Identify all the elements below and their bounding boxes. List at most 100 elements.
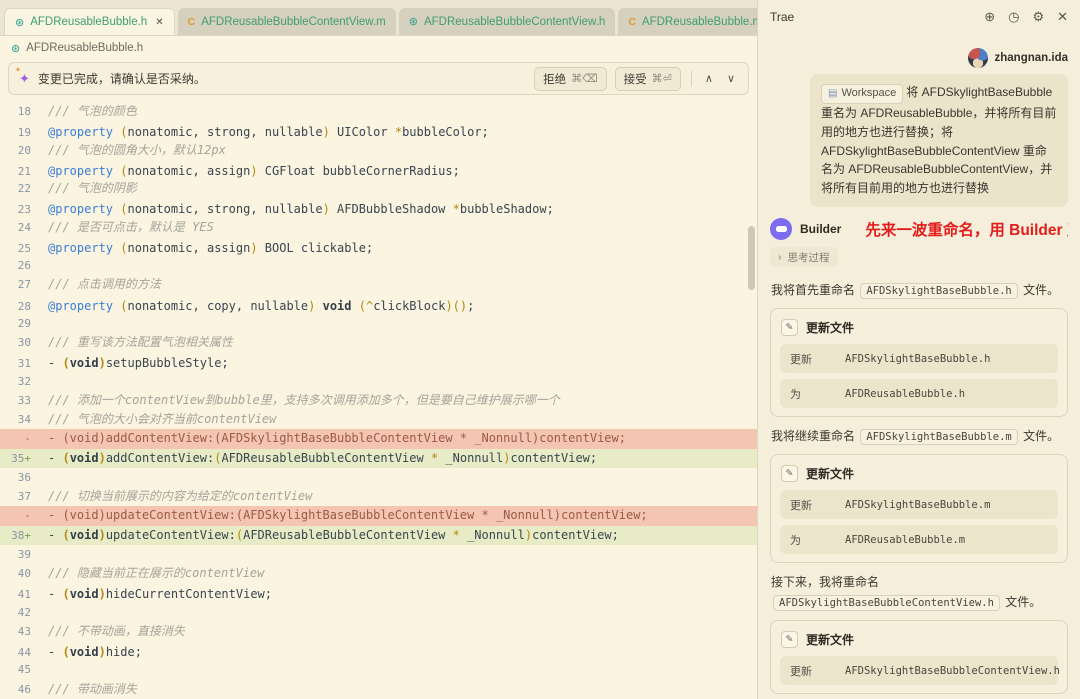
previous-change-icon[interactable]: ∧ (702, 72, 716, 85)
editor-tab[interactable]: ⊛ AFDReusableBubble.h ✕ (4, 8, 175, 35)
user-message-bubble: ▤ Workspace 将 AFDSkylightBaseBubble 重名为 … (810, 74, 1068, 208)
update-file-card[interactable]: ✎ 更新文件 更新 AFDSkylightBaseBubbleContentView.… (770, 620, 1068, 695)
line-number: 39 (17, 547, 31, 561)
update-file-card[interactable]: ✎ 更新文件 更新 AFDSkylightBaseBubble.h 为 AFDReusab… (770, 308, 1068, 418)
builder-name: Builder (800, 222, 842, 237)
code-line: 27 /// 点击调用的方法 (0, 275, 757, 294)
code-line: 36 (0, 468, 757, 487)
filename-chip[interactable]: AFDSkylightBaseBubbleContentView.h (773, 595, 1000, 612)
line-content: /// 气泡的阴影 (48, 181, 137, 195)
pencil-icon: ✎ (781, 319, 798, 337)
code-line: 44 - (void)hide; (0, 641, 757, 660)
line-content: /// 气泡的圆角大小，默认12px (48, 142, 226, 157)
code-line: 30 /// 重写该方法配置气泡相关属性 (0, 333, 757, 352)
settings-gear-icon[interactable]: ⚙ (1032, 9, 1044, 25)
close-panel-icon[interactable]: ✕ (1057, 9, 1068, 25)
line-content (48, 256, 757, 275)
line-number: 40 (17, 567, 31, 580)
chat-title: Trae (770, 10, 795, 24)
line-content (48, 314, 757, 333)
sparkle-icon: ✦ (15, 66, 30, 87)
editor-scrollbar[interactable] (748, 226, 755, 290)
chevron-right-icon: › (778, 251, 782, 264)
line-number: 28 (17, 299, 31, 313)
editor-tab[interactable]: C AFDReusableBubble.m (618, 8, 773, 35)
accept-button[interactable]: 接受 ⌘⏎ (614, 66, 681, 91)
line-number: 24 (17, 220, 31, 234)
line-number: 41 (17, 588, 31, 602)
line-content (48, 468, 757, 487)
assistant-message-text: 我将首先重命名 AFDSkylightBaseBubble.h 文件。 (771, 283, 1060, 300)
code-editor[interactable]: 18 /// 气泡的颜色 19 @property (nonatomic, stron… (0, 100, 757, 699)
line-number: 23 (17, 203, 31, 217)
line-content: /// 气泡的大小会对齐当前contentView (48, 412, 277, 426)
diff-added-line: 38+ - (void)updateContentView:(AFDReusabl… (0, 525, 757, 545)
line-content: /// 切换当前展示的内容为给定的contentView (48, 489, 313, 503)
workspace-icon: ▤ (828, 88, 838, 99)
code-line: 45 (0, 660, 757, 679)
code-line: 18 /// 气泡的颜色 (0, 102, 757, 121)
code-line: 39 (0, 545, 757, 564)
history-icon[interactable]: ◷ (1008, 9, 1019, 25)
line-number: 43 (17, 624, 31, 638)
next-change-icon[interactable]: ∨ (724, 72, 738, 85)
code-line: 40 /// 隐藏当前正在展示的contentView (0, 564, 757, 583)
editor-pane: ⊛ AFDReusableBubble.h ✕ C AFDReusableBubbleC… (0, 0, 837, 699)
diff-removed-line: - - (void)addContentView:(AFDSkylightBase… (0, 429, 757, 449)
line-content (48, 660, 757, 679)
close-tab-icon[interactable]: ✕ (155, 17, 163, 28)
code-line: 34 /// 气泡的大小会对齐当前contentView (0, 410, 757, 429)
code-line: 19 @property (nonatomic, strong, nullable… (0, 121, 757, 140)
line-number: 35+ (11, 451, 31, 465)
thinking-process-toggle[interactable]: › 思考过程 (770, 247, 838, 268)
code-line: 46 /// 带动画消失 (0, 680, 757, 699)
line-number: 46 (17, 682, 31, 696)
line-number: 37 (17, 490, 31, 503)
line-content (48, 545, 757, 564)
line-content: @property (nonatomic, assign) CGFloat bu… (48, 163, 460, 178)
tab-label: AFDReusableBubble.h (30, 16, 148, 28)
banner-message: 变更已完成，请确认是否采纳。 (37, 72, 206, 86)
update-file-card[interactable]: ✎ 更新文件 更新 AFDSkylightBaseBubble.m 为 AFDReusab… (770, 454, 1068, 564)
line-number: 18 (17, 105, 31, 118)
objc-header-icon: ⊛ (408, 16, 418, 28)
line-content (48, 603, 757, 622)
objc-source-icon: C (187, 15, 196, 28)
file-rename-row: 为 AFDReusableBubble.h (780, 379, 1058, 409)
line-number: 32 (17, 374, 31, 388)
code-line: 24 /// 是否可点击，默认是 YES (0, 218, 757, 237)
tab-label: AFDReusableBubbleContentView.h (423, 15, 606, 28)
user-avatar (967, 48, 988, 68)
editor-tab[interactable]: ⊛ AFDReusableBubbleContentView.h (398, 8, 616, 35)
reject-button[interactable]: 拒绝 ⌘⌫ (534, 66, 607, 91)
file-rename-row: 更新 AFDSkylightBaseBubble.h (780, 344, 1058, 374)
line-number: 25 (17, 241, 31, 255)
filename-chip[interactable]: AFDSkylightBaseBubble.h (860, 283, 1018, 300)
code-line: 37 /// 切换当前展示的内容为给定的contentView (0, 487, 757, 506)
file-rename-row: 更新 AFDSkylightBaseBubble.m (780, 490, 1058, 520)
workspace-chip[interactable]: ▤ Workspace (821, 84, 904, 104)
line-number: - (24, 509, 31, 523)
red-annotation-text: 先来一波重命名，用 Builder 直接改 (865, 222, 1068, 240)
line-number: 45 (17, 663, 31, 677)
line-content: /// 重写该方法配置气泡相关属性 (48, 335, 233, 349)
code-line: 29 (0, 314, 757, 333)
filename-chip[interactable]: AFDSkylightBaseBubble.m (860, 429, 1018, 446)
code-line: 43 /// 不带动画，直接消失 (0, 622, 757, 641)
builder-robot-icon (770, 218, 792, 241)
breadcrumb[interactable]: ⊛ AFDReusableBubble.h (0, 36, 757, 60)
tab-label: AFDReusableBubbleContentView.m (201, 15, 386, 28)
line-number: 19 (17, 126, 31, 140)
user-name: zhangnan.ida (994, 52, 1068, 64)
breadcrumb-label: AFDReusableBubble.h (26, 42, 144, 54)
code-line: 25 @property (nonatomic, assign) BOOL cli… (0, 237, 757, 256)
line-content: /// 气泡的颜色 (48, 104, 137, 118)
chat-body: zhangnan.ida ▤ Workspace 将 AFDSkylightBa… (770, 34, 1068, 699)
line-number: 44 (17, 646, 31, 659)
line-content (48, 372, 757, 391)
line-number: 33 (17, 393, 31, 407)
new-chat-icon[interactable]: ⊕ (984, 9, 995, 25)
editor-tab[interactable]: C AFDReusableBubbleContentView.m (177, 8, 396, 35)
code-line: 26 (0, 256, 757, 275)
line-content: /// 不带动画，直接消失 (48, 623, 185, 638)
